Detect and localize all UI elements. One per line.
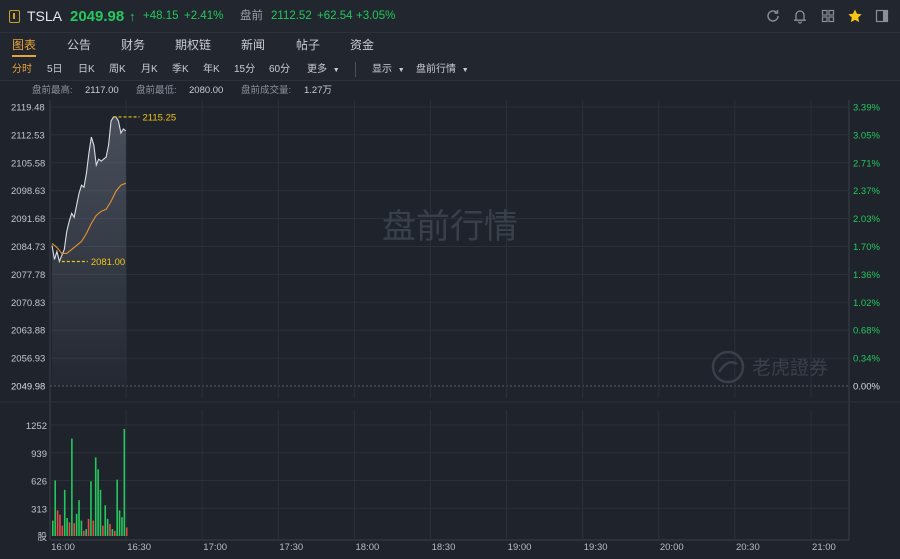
volume-bar <box>52 520 54 536</box>
volume-bar <box>63 489 66 536</box>
volume-bar <box>97 469 99 536</box>
volume-bar <box>82 530 85 536</box>
volume-bar <box>90 481 92 536</box>
time-axis: 16:00 16:30 17:00 17:30 18:00 18:30 19:00 19:30… <box>51 542 836 553</box>
volume-bar <box>59 514 61 536</box>
percent-tick-label: 3.05% <box>853 130 880 141</box>
volume-bar <box>111 529 114 536</box>
volume-bar <box>125 527 128 536</box>
volume-bar <box>56 510 59 536</box>
brand-watermark: 老虎證券 <box>711 350 828 384</box>
percent-tick-label: 2.71% <box>853 158 880 169</box>
price-tick-label: 2077.78 <box>11 270 45 281</box>
time-tick-label: 18:30 <box>432 542 456 553</box>
premarket-watermark: 盘前行情 <box>382 207 518 247</box>
price-tick-label: 2098.63 <box>11 186 45 197</box>
price-tick-label: 2091.68 <box>11 214 45 225</box>
percent-tick-label: 2.03% <box>853 214 880 225</box>
time-tick-label: 16:00 <box>51 542 75 553</box>
percent-tick-label: 1.36% <box>853 270 880 281</box>
intraday-chart[interactable]: 盘前行情 老虎證券 2119.48 2112.53 2105.58 2098.63 20… <box>0 0 900 559</box>
volume-bar <box>109 524 111 536</box>
percent-tick-label: 0.00% <box>853 382 880 393</box>
time-tick-label: 21:00 <box>812 542 836 553</box>
left-price-axis: 2119.48 2112.53 2105.58 2098.63 2091.68 2084.… <box>11 103 45 393</box>
volume-bar <box>61 525 64 536</box>
percent-tick-label: 3.39% <box>853 103 880 114</box>
volume-bar <box>78 500 80 536</box>
time-tick-label: 17:00 <box>203 542 227 553</box>
volume-tick-label: 939 <box>31 449 47 460</box>
volume-tick-label: 313 <box>31 504 47 515</box>
volume-tick-label: 1252 <box>26 421 47 432</box>
max-price-marker-label: 2115.25 <box>143 112 177 123</box>
volume-bar <box>121 517 123 536</box>
brand-logo-icon <box>711 350 745 384</box>
volume-bar <box>123 429 126 536</box>
price-tick-label: 2112.53 <box>11 130 45 141</box>
volume-tick-label: 股 <box>37 532 47 543</box>
volume-bar <box>102 525 104 536</box>
volume-bar <box>73 523 76 536</box>
volume-bar <box>116 479 118 536</box>
time-tick-label: 20:30 <box>736 542 760 553</box>
brand-watermark-text: 老虎證券 <box>752 357 828 379</box>
time-tick-label: 20:00 <box>660 542 684 553</box>
percent-tick-label: 0.68% <box>853 326 880 337</box>
price-tick-label: 2049.98 <box>11 382 45 393</box>
volume-bar <box>75 513 78 536</box>
percent-tick-label: 0.34% <box>853 354 880 365</box>
volume-bars <box>52 429 128 536</box>
volume-bar <box>104 505 107 536</box>
volume-bar <box>87 518 90 536</box>
price-tick-label: 2119.48 <box>11 103 45 114</box>
right-percent-axis: 3.39% 3.05% 2.71% 2.37% 2.03% 1.70% 1.36% 1.02%… <box>853 103 880 393</box>
percent-tick-label: 2.37% <box>853 186 880 197</box>
volume-bar <box>113 530 116 536</box>
time-tick-label: 19:30 <box>584 542 608 553</box>
price-tick-label: 2056.93 <box>11 354 45 365</box>
volume-tick-label: 626 <box>31 477 47 488</box>
volume-axis: 1252 939 626 313 股 <box>26 421 48 543</box>
volume-bar <box>80 520 83 536</box>
price-tick-label: 2070.83 <box>11 298 45 309</box>
volume-bar <box>85 529 87 536</box>
time-tick-label: 19:00 <box>508 542 532 553</box>
volume-bar <box>106 518 109 536</box>
chart-grid <box>0 100 900 541</box>
percent-tick-label: 1.70% <box>853 242 880 253</box>
time-tick-label: 18:00 <box>355 542 379 553</box>
volume-bar <box>92 520 95 536</box>
time-tick-label: 17:30 <box>279 542 303 553</box>
price-tick-label: 2063.88 <box>11 326 45 337</box>
volume-bar <box>54 480 56 536</box>
price-tick-label: 2084.73 <box>11 242 45 253</box>
price-tick-label: 2105.58 <box>11 158 45 169</box>
volume-bar <box>99 489 102 536</box>
volume-bar <box>68 522 71 536</box>
percent-tick-label: 1.02% <box>853 298 880 309</box>
volume-bar <box>94 457 97 536</box>
time-tick-label: 16:30 <box>127 542 151 553</box>
volume-bar <box>118 510 121 536</box>
min-price-marker-label: 2081.00 <box>91 257 125 268</box>
volume-bar <box>71 438 73 536</box>
volume-bar <box>66 518 68 536</box>
